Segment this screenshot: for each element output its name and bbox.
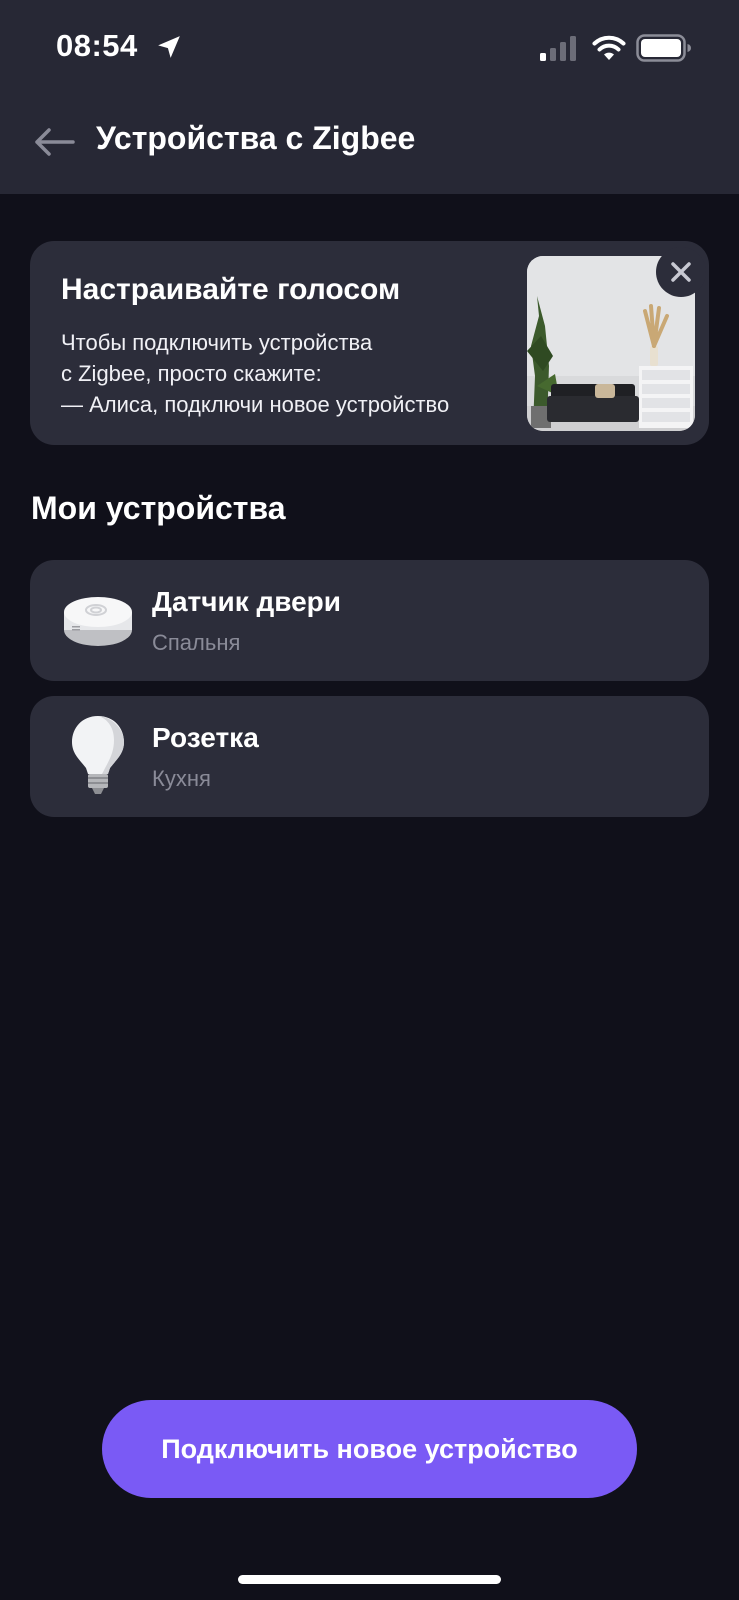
banner-line: с Zigbee, просто скажите: — [61, 361, 322, 386]
door-sensor-icon — [64, 597, 132, 646]
light-bulb-icon — [72, 716, 124, 794]
banner-line: — Алиса, подключи новое устройство — [61, 392, 450, 417]
status-time: 08:54 — [56, 28, 138, 63]
device-item-door-sensor[interactable]: Датчик двери Спальня — [30, 560, 709, 681]
device-name: Датчик двери — [152, 586, 341, 617]
cellular-signal-icon — [540, 36, 576, 61]
banner-title: Настраивайте голосом — [61, 273, 401, 306]
device-item-socket[interactable]: Розетка Кухня — [30, 696, 709, 817]
battery-icon — [636, 34, 691, 62]
arrow-left-icon — [35, 128, 75, 156]
banner-line: Чтобы подключить устройства — [61, 330, 373, 355]
device-room: Кухня — [152, 766, 211, 791]
back-button[interactable] — [28, 118, 80, 166]
close-icon — [671, 262, 691, 282]
wifi-icon — [592, 35, 626, 60]
device-name: Розетка — [152, 722, 259, 753]
voice-setup-banner: Настраивайте голосом Чтобы подключить ус… — [30, 241, 709, 445]
section-title: Мои устройства — [31, 490, 286, 526]
app-header: Устройства с Zigbee — [0, 90, 739, 194]
device-room: Спальня — [152, 630, 241, 655]
page-title: Устройства с Zigbee — [96, 120, 416, 156]
location-arrow-icon — [158, 36, 180, 58]
status-bar: 08:54 — [0, 0, 739, 90]
banner-text: Чтобы подключить устройства с Zigbee, пр… — [61, 327, 511, 420]
close-banner-button[interactable] — [656, 247, 706, 297]
home-indicator — [238, 1575, 501, 1584]
connect-new-device-button[interactable]: Подключить новое устройство — [102, 1400, 637, 1498]
